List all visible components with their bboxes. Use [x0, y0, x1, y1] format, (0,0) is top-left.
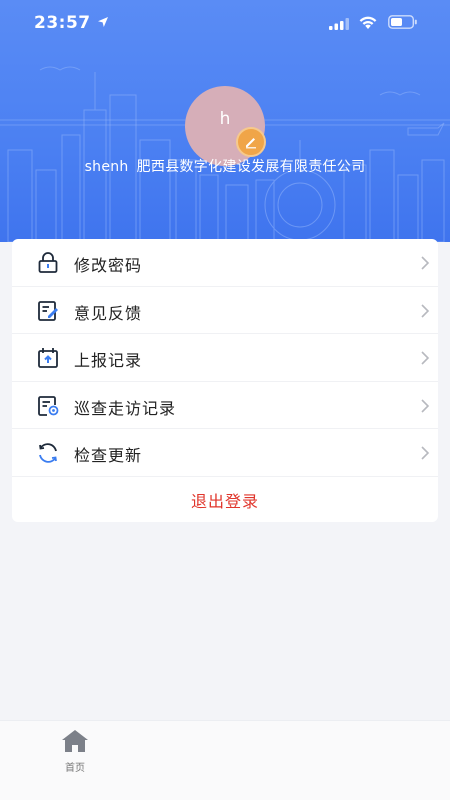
pencil-icon	[246, 138, 256, 149]
chevron-right-icon	[421, 256, 430, 270]
lock-icon	[38, 252, 58, 273]
chevron-right-icon	[421, 398, 430, 413]
menu-item-inspection-records[interactable]: 巡查走访记录	[12, 382, 438, 429]
profile-page: 23:57 h shenh 肥西县数字化建设发展有限责任公司 修改密码 意见反馈…	[0, 0, 450, 800]
tab-home-label: 首页	[65, 763, 85, 774]
menu-item-label: 上报记录	[74, 351, 143, 370]
menu-item-label: 修改密码	[74, 256, 143, 275]
chevron-right-icon	[421, 446, 430, 460]
menu-item-change-password[interactable]: 修改密码	[12, 239, 438, 287]
avatar-letter: h	[219, 109, 231, 129]
logout-button[interactable]: 退出登录	[12, 477, 438, 524]
company-name: 肥西县数字化建设发展有限责任公司	[136, 159, 366, 175]
menu-item-label: 巡查走访记录	[74, 398, 177, 418]
edit-avatar-button[interactable]	[236, 127, 266, 157]
feedback-edit-icon	[38, 300, 58, 321]
tab-home[interactable]: 首页	[48, 727, 102, 777]
profile-header: 23:57 h shenh 肥西县数字化建设发展有限责任公司	[0, 0, 450, 242]
username: shenh	[84, 159, 129, 175]
refresh-icon	[39, 443, 57, 463]
profile-identity: shenh 肥西县数字化建设发展有限责任公司	[0, 156, 450, 176]
menu-item-label: 检查更新	[74, 446, 143, 465]
chevron-right-icon	[421, 303, 430, 318]
chevron-right-icon	[421, 351, 430, 365]
home-icon	[62, 730, 88, 752]
menu-item-label: 意见反馈	[74, 303, 143, 323]
menu-item-feedback[interactable]: 意见反馈	[12, 287, 438, 334]
status-bar: 23:57	[0, 0, 450, 44]
bottom-tab-bar: 首页	[0, 720, 450, 800]
location-arrow-icon	[98, 17, 108, 27]
inspection-record-icon	[38, 395, 59, 416]
battery-icon	[388, 15, 417, 29]
wifi-icon	[359, 16, 377, 29]
menu-card: 修改密码 意见反馈 上报记录 巡查走访记录 检查更新 退出登录	[12, 239, 438, 522]
upload-record-icon	[38, 348, 58, 368]
menu-item-check-update[interactable]: 检查更新	[12, 429, 438, 477]
cellular-signal-icon	[329, 18, 349, 30]
status-time: 23:57	[34, 13, 91, 33]
menu-item-report-records[interactable]: 上报记录	[12, 334, 438, 382]
